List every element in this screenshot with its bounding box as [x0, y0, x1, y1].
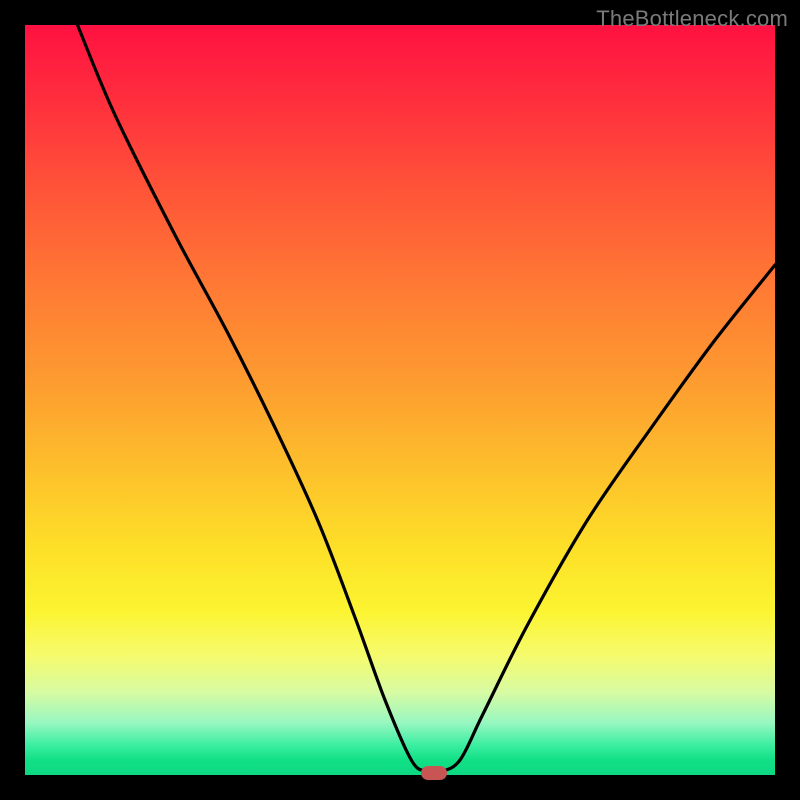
watermark-text: TheBottleneck.com [596, 6, 788, 32]
chart-frame: TheBottleneck.com [0, 0, 800, 800]
optimal-marker [421, 766, 447, 780]
curve-path [78, 25, 776, 773]
bottleneck-curve [25, 25, 775, 775]
